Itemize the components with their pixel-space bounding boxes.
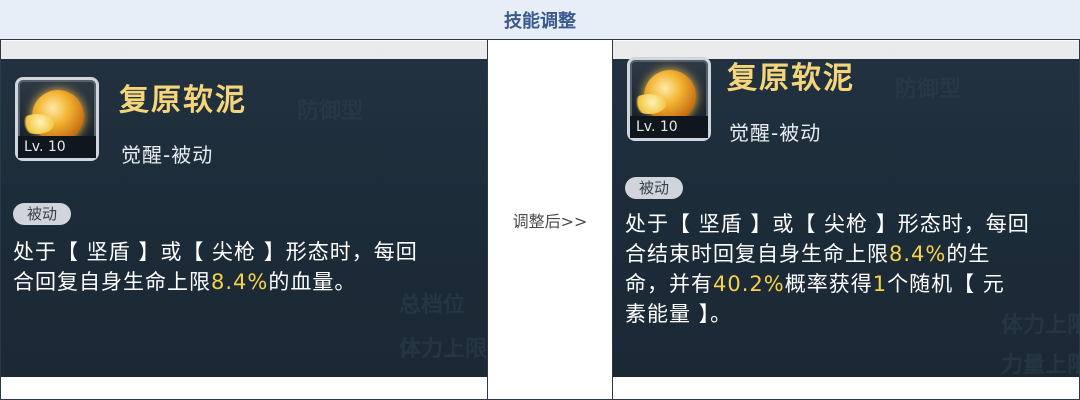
desc-line-1: 处于【 坚盾 】或【 尖枪 】形态时，每回 [625, 212, 1030, 236]
bg-label-defense: 防御型 [895, 77, 962, 102]
bg-label-strength: 力量上限 [1001, 353, 1079, 377]
adjusted-label: 调整后>> [512, 212, 588, 231]
skill-icon: Lv. 10 [627, 57, 711, 141]
passive-tag: 被动 [13, 203, 72, 225]
bg-label-hp: 体力上限 [399, 337, 487, 362]
desc-line-2: 合结束时回复自身生命上限8.4%的生 [625, 242, 991, 266]
value-highlight: 8.4% [211, 270, 269, 294]
skill-name: 复原软泥 [119, 83, 247, 118]
wing-icon [632, 94, 666, 114]
table-header: 技能调整 [0, 0, 1080, 40]
desc-line-3: 命，并有40.2%概率获得1个随机【 元 [625, 272, 1005, 296]
skill-name: 复原软泥 [727, 61, 855, 96]
wing-icon [20, 114, 54, 134]
skill-card-before: 防御型 总档位 体力上限 Lv. 10 复原软泥 觉醒-被动 被动 处于【 坚盾… [1, 41, 487, 377]
skill-description: 处于【 坚盾 】或【 尖枪 】形态时，每回 合回复自身生命上限8.4%的血量。 [13, 237, 483, 297]
desc-line-4: 素能量 】。 [625, 302, 733, 326]
header-title: 技能调整 [504, 10, 576, 32]
skill-type: 觉醒-被动 [121, 143, 214, 167]
passive-tag: 被动 [625, 177, 684, 199]
value-highlight: 40.2% [713, 272, 785, 296]
skill-description: 处于【 坚盾 】或【 尖枪 】形态时，每回 合结束时回复自身生命上限8.4%的生… [625, 209, 1075, 329]
skill-card-after: 防御型 体力上限 力量上限 Lv. 10 复原软泥 觉醒-被动 被动 处于【 坚… [613, 41, 1079, 377]
desc-line-2: 合回复自身生命上限8.4%的血量。 [13, 270, 357, 294]
skill-icon: Lv. 10 [15, 77, 99, 161]
desc-line-1: 处于【 坚盾 】或【 尖枪 】形态时，每回 [13, 240, 418, 264]
skill-type: 觉醒-被动 [729, 121, 822, 145]
value-highlight: 1 [872, 272, 888, 296]
value-highlight: 8.4% [889, 242, 947, 266]
bg-label-defense: 防御型 [297, 99, 364, 124]
level-badge: Lv. 10 [18, 136, 96, 158]
level-badge: Lv. 10 [630, 116, 708, 138]
